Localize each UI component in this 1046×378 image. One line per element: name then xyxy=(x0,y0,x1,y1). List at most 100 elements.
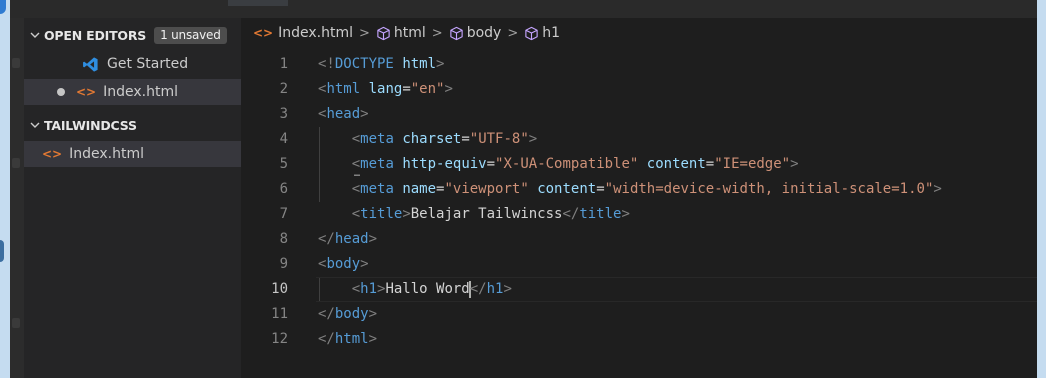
symbol-element-icon xyxy=(449,26,467,41)
code-token: body xyxy=(326,256,361,272)
file-item-index-html[interactable]: <> Index.html xyxy=(24,141,241,167)
code-token: > xyxy=(444,81,453,97)
code-editor[interactable]: <> Index.html > html > body > h1 1 <!DOC… xyxy=(241,18,1037,378)
code-token: meta xyxy=(360,156,394,172)
code-line[interactable]: 6 <meta name="viewport" content="width=d… xyxy=(241,177,1037,202)
line-number: 2 xyxy=(279,81,288,97)
breadcrumb-label: h1 xyxy=(542,25,561,41)
breadcrumb: <> Index.html > html > body > h1 xyxy=(253,18,560,48)
code-token: </ xyxy=(318,231,335,247)
line-content[interactable]: <!DOCTYPE html> xyxy=(318,52,444,77)
code-token: > xyxy=(402,206,411,222)
breadcrumb-file[interactable]: <> Index.html xyxy=(253,25,353,41)
code-token: < xyxy=(351,206,361,222)
tab-strip-fragment xyxy=(228,0,288,6)
breadcrumb-item-h1[interactable]: h1 xyxy=(524,25,560,41)
line-number: 6 xyxy=(279,181,288,197)
code-token: > xyxy=(436,56,445,72)
open-editor-label: Get Started xyxy=(107,56,189,72)
line-content[interactable]: <meta name="viewport" content="width=dev… xyxy=(318,177,942,202)
code-token: Belajar Tailwincss xyxy=(410,206,563,222)
code-token: title xyxy=(360,206,403,222)
line-number: 1 xyxy=(279,56,288,72)
line-content[interactable]: <head> xyxy=(318,102,369,127)
code-token: <! xyxy=(318,56,335,72)
code-token: > xyxy=(368,331,378,347)
line-number: 4 xyxy=(279,131,288,147)
breadcrumb-item-html[interactable]: html xyxy=(376,25,426,41)
vscode-logo-icon xyxy=(82,56,99,73)
breadcrumb-separator: > xyxy=(431,25,443,41)
code-token: < xyxy=(351,281,361,297)
line-content[interactable]: <meta charset="UTF-8"> xyxy=(318,127,538,152)
activity-item[interactable] xyxy=(12,318,20,328)
line-content[interactable]: <body> xyxy=(318,252,369,277)
code-token: meta xyxy=(360,181,394,197)
line-content[interactable]: </html> xyxy=(318,327,377,352)
unsaved-dot-icon[interactable] xyxy=(57,88,65,96)
code-lines[interactable]: 1 <!DOCTYPE html> 2 <html lang="en"> 3 <head>… xyxy=(241,52,1037,352)
line-content[interactable]: <meta http-equiv="X-UA-Compatible" conte… xyxy=(318,152,799,177)
workspace-header[interactable]: TAILWINDCSS xyxy=(24,111,241,139)
line-number: 11 xyxy=(271,306,288,322)
code-token: title xyxy=(579,206,622,222)
breadcrumb-label: body xyxy=(466,25,502,41)
code-token: head xyxy=(326,106,361,122)
code-line[interactable]: 11 </body> xyxy=(241,302,1037,327)
text-cursor xyxy=(468,280,471,298)
code-token: > xyxy=(368,306,378,322)
code-token: h1 xyxy=(360,281,378,297)
unsaved-badge: 1 unsaved xyxy=(154,26,227,44)
code-line[interactable]: 4 <meta charset="UTF-8"> xyxy=(241,127,1037,152)
line-content[interactable]: </head> xyxy=(318,227,377,252)
chevron-down-icon[interactable] xyxy=(26,120,44,130)
line-content[interactable]: <html lang="en"> xyxy=(318,77,453,102)
line-content[interactable]: <h1>Hallo Word</h1> xyxy=(318,277,512,302)
line-content[interactable]: </body> xyxy=(318,302,377,327)
chevron-down-icon[interactable] xyxy=(26,30,44,40)
code-token: name xyxy=(402,181,437,197)
breadcrumb-separator: > xyxy=(507,25,519,41)
code-line[interactable]: 12 </html> xyxy=(241,327,1037,352)
breadcrumb-label: html xyxy=(393,25,426,41)
line-content[interactable]: <title>Belajar Tailwincss</title> xyxy=(318,202,630,227)
vscode-window: OPEN EDITORS 1 unsaved Get Started <> In… xyxy=(10,0,1037,378)
code-token: h1 xyxy=(486,281,504,297)
code-line[interactable]: 5 <meta http-equiv="X-UA-Compatible" con… xyxy=(241,152,1037,179)
code-token: Hallo Word xyxy=(385,281,470,297)
code-token: </ xyxy=(318,306,335,322)
code-line[interactable]: 10 <h1>Hallo Word</h1> xyxy=(241,277,1037,302)
breadcrumb-item-body[interactable]: body xyxy=(449,25,502,41)
file-label: Index.html xyxy=(69,146,144,162)
open-editor-item-index-html[interactable]: <> Index.html xyxy=(24,79,241,105)
code-line[interactable]: 1 <!DOCTYPE html> xyxy=(241,52,1037,77)
code-line[interactable]: 3 <head> xyxy=(241,102,1037,127)
open-editors-header[interactable]: OPEN EDITORS 1 unsaved xyxy=(24,21,241,49)
code-line[interactable]: 7 <title>Belajar Tailwincss</title> xyxy=(241,202,1037,227)
code-line[interactable]: 2 <html lang="en"> xyxy=(241,77,1037,102)
code-token: head xyxy=(334,231,369,247)
code-token: > xyxy=(503,281,512,297)
html-file-icon: <> xyxy=(42,147,63,161)
code-token: = xyxy=(705,156,715,172)
code-token: meta xyxy=(360,131,394,147)
activity-item[interactable] xyxy=(12,158,20,168)
activity-item[interactable] xyxy=(12,58,20,68)
line-number: 3 xyxy=(279,106,288,122)
code-token: http-equiv xyxy=(402,156,487,172)
code-token: > xyxy=(360,106,369,122)
code-token: "viewport" xyxy=(444,181,529,197)
code-token: html xyxy=(334,331,369,347)
code-token: > xyxy=(368,231,378,247)
code-token: = xyxy=(486,156,496,172)
open-editor-item-get-started[interactable]: Get Started xyxy=(24,51,241,77)
code-line[interactable]: 8 </head> xyxy=(241,227,1037,252)
open-editors-title: OPEN EDITORS xyxy=(44,27,147,43)
line-number: 7 xyxy=(279,206,288,222)
code-line[interactable]: 9 <body> xyxy=(241,252,1037,277)
code-token: </ xyxy=(469,281,487,297)
